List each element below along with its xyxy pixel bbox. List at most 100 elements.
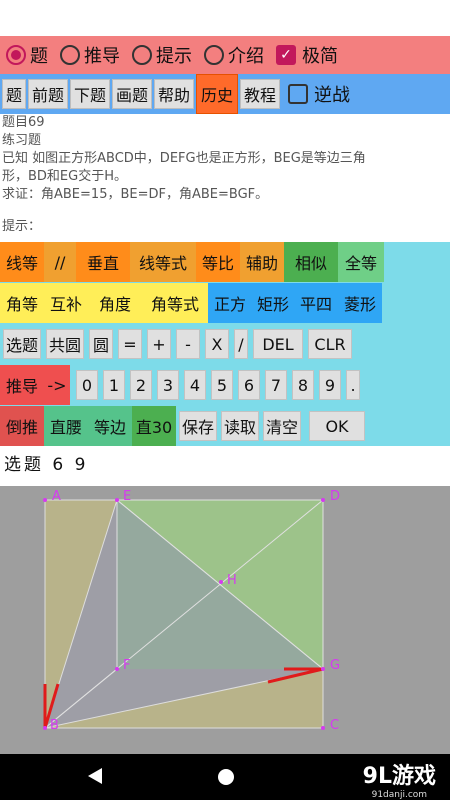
keyboard-row-1: 线等 // 垂直 线等式 等比 辅助 相似 全等 — [0, 242, 384, 282]
geometry-canvas[interactable]: A E D H F G B C — [0, 486, 450, 754]
key-digit-0[interactable]: 0 — [76, 370, 98, 400]
home-icon[interactable] — [218, 769, 234, 785]
problem-given-line1: 已知 如图正方形ABCD中，DEFG也是正方形，BEG是等边三角 — [2, 151, 366, 166]
key-digit-7[interactable]: 7 — [265, 370, 287, 400]
key-save[interactable]: 保存 — [179, 411, 217, 441]
key-clear-all[interactable]: 清空 — [263, 411, 301, 441]
point-b[interactable] — [43, 726, 47, 730]
problem-panel: 题目69 练习题 已知 如图正方形ABCD中，DEFG也是正方形，BEG是等边三… — [0, 114, 450, 242]
key-angle[interactable]: 角度 — [88, 283, 142, 323]
key-digit-9[interactable]: 9 — [319, 370, 341, 400]
radio-unchecked-icon — [60, 45, 80, 65]
key-line-equal[interactable]: 线等 — [0, 242, 44, 282]
key-equals[interactable]: = — [118, 329, 142, 359]
key-parallelogram[interactable]: 平四 — [294, 283, 338, 323]
menu-history-button[interactable]: 历史 — [196, 74, 238, 114]
key-equilateral[interactable]: 等边 — [88, 406, 132, 446]
key-circle[interactable]: 圆 — [89, 329, 113, 359]
key-divide[interactable]: / — [234, 329, 248, 359]
checkbox-checked-icon: ✓ — [276, 45, 296, 65]
menu-bar: 题 前题 下题 画题 帮助 历史 教程 逆战 — [0, 74, 450, 114]
key-square[interactable]: 正方 — [208, 283, 252, 323]
keyboard-panel: 线等 // 垂直 线等式 等比 辅助 相似 全等 角等 互补 角度 角等式 正方… — [0, 242, 450, 446]
key-digit-5[interactable]: 5 — [211, 370, 233, 400]
mode-label-derive: 推导 — [84, 46, 120, 67]
keyboard-row-2: 角等 互补 角度 角等式 正方 矩形 平四 菱形 — [0, 283, 382, 323]
menu-tutorial-button[interactable]: 教程 — [240, 79, 280, 109]
keyboard-row-5: 倒推 直腰 等边 直30 保存 读取 清空 OK — [0, 406, 370, 446]
menu-draw-button[interactable]: 画题 — [112, 79, 152, 109]
key-minus[interactable]: - — [176, 329, 200, 359]
point-f[interactable] — [115, 667, 119, 671]
key-concyclic[interactable]: 共圆 — [46, 329, 84, 359]
key-angle-equation[interactable]: 角等式 — [142, 283, 208, 323]
watermark-logo-text: 9L游戏 — [362, 764, 436, 789]
key-ratio[interactable]: 等比 — [196, 242, 240, 282]
radio-unchecked-icon — [132, 45, 152, 65]
radio-checked-icon — [6, 45, 26, 65]
reverse-checkbox[interactable]: 逆战 — [282, 81, 350, 107]
point-a[interactable] — [43, 498, 47, 502]
key-perpendicular[interactable]: 垂直 — [76, 242, 130, 282]
key-plus[interactable]: + — [147, 329, 171, 359]
key-congruent[interactable]: 全等 — [338, 242, 384, 282]
key-derive[interactable]: 推导 — [0, 365, 44, 405]
label-e: E — [123, 489, 131, 504]
mode-label-problem: 题 — [30, 46, 48, 67]
key-load[interactable]: 读取 — [221, 411, 259, 441]
point-h[interactable] — [219, 580, 223, 584]
key-auxiliary[interactable]: 辅助 — [240, 242, 284, 282]
point-g[interactable] — [321, 667, 325, 671]
key-angle-equal[interactable]: 角等 — [0, 283, 44, 323]
key-multiply[interactable]: X — [205, 329, 229, 359]
key-select-problem[interactable]: 选题 — [3, 329, 41, 359]
key-supplementary[interactable]: 互补 — [44, 283, 88, 323]
menu-next-button[interactable]: 下题 — [70, 79, 110, 109]
key-parallel[interactable]: // — [44, 242, 76, 282]
key-clear[interactable]: CLR — [308, 329, 352, 359]
key-digit-6[interactable]: 6 — [238, 370, 260, 400]
mode-option-problem[interactable]: 题 — [0, 36, 48, 74]
mode-option-intro[interactable]: 介绍 — [198, 36, 264, 74]
back-icon[interactable] — [88, 768, 102, 784]
label-b: B — [50, 718, 59, 733]
point-d[interactable] — [321, 498, 325, 502]
problem-given-line2: 形，BD和EG交于H。 — [2, 169, 127, 184]
key-delete[interactable]: DEL — [253, 329, 303, 359]
menu-problem-button[interactable]: 题 — [2, 79, 26, 109]
problem-prove: 求证：角ABE=15，BE=DF，角ABE=BGF。 — [2, 187, 269, 202]
problem-number: 题目69 — [2, 115, 45, 130]
key-digit-8[interactable]: 8 — [292, 370, 314, 400]
minimal-label: 极简 — [302, 46, 338, 67]
system-nav-bar: 9L游戏 91danji.com — [0, 754, 450, 800]
key-digit-3[interactable]: 3 — [157, 370, 179, 400]
keyboard-row-4: 推导 -> 0 1 2 3 4 5 6 7 8 9 . — [0, 365, 365, 405]
key-right-isosceles[interactable]: 直腰 — [44, 406, 88, 446]
key-digit-1[interactable]: 1 — [103, 370, 125, 400]
app-screen: 题 推导 提示 介绍 ✓ 极简 题 前题 下题 画题 帮助 历史 教程 逆战 题… — [0, 0, 450, 800]
key-similar[interactable]: 相似 — [284, 242, 338, 282]
mode-label-intro: 介绍 — [228, 46, 264, 67]
keyboard-row-3: 选题 共圆 圆 = + - X / DEL CLR — [0, 324, 357, 364]
key-rhombus[interactable]: 菱形 — [338, 283, 382, 323]
mode-bar: 题 推导 提示 介绍 ✓ 极简 — [0, 36, 450, 74]
key-ok[interactable]: OK — [309, 411, 365, 441]
mode-option-derive[interactable]: 推导 — [54, 36, 120, 74]
checkbox-unchecked-icon — [288, 84, 308, 104]
key-digit-2[interactable]: 2 — [130, 370, 152, 400]
key-rectangle[interactable]: 矩形 — [252, 283, 294, 323]
key-line-equation[interactable]: 线等式 — [130, 242, 196, 282]
mode-option-hint[interactable]: 提示 — [126, 36, 192, 74]
minimal-checkbox[interactable]: ✓ 极简 — [270, 36, 338, 74]
key-right-30[interactable]: 直30 — [132, 406, 176, 446]
key-digit-4[interactable]: 4 — [184, 370, 206, 400]
menu-prev-button[interactable]: 前题 — [28, 79, 68, 109]
menu-help-button[interactable]: 帮助 — [154, 79, 194, 109]
key-decimal[interactable]: . — [346, 370, 360, 400]
point-e[interactable] — [115, 498, 119, 502]
label-d: D — [330, 489, 340, 504]
watermark-logo: 9L游戏 91danji.com — [363, 758, 436, 800]
key-reverse-derive[interactable]: 倒推 — [0, 406, 44, 446]
key-arrow[interactable]: -> — [44, 365, 70, 405]
point-c[interactable] — [321, 726, 325, 730]
